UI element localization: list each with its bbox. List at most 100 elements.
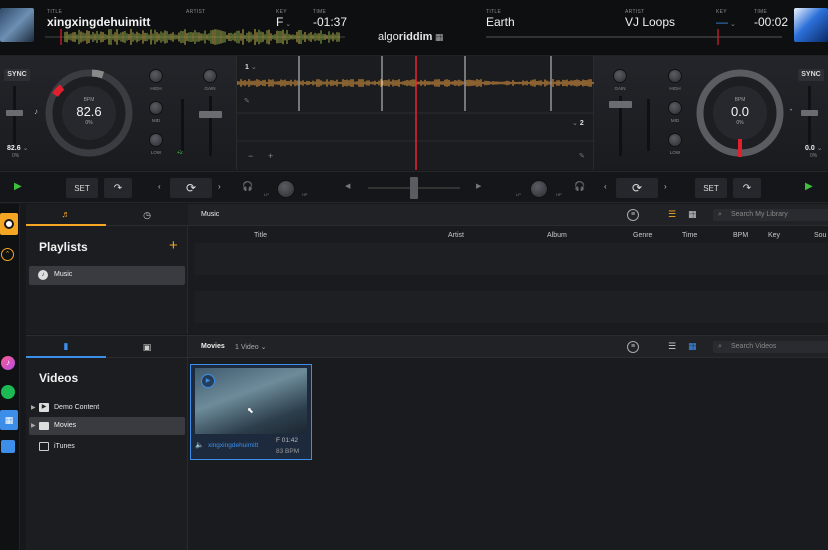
- filter-icon[interactable]: ≡: [627, 209, 639, 221]
- video-search-input[interactable]: ⌕ Search Videos: [713, 341, 828, 353]
- right-key-value[interactable]: — ⌄: [716, 15, 736, 29]
- left-bpm-label: BPM: [83, 97, 95, 103]
- right-gain-knob[interactable]: [613, 69, 627, 83]
- left-pencil-icon[interactable]: ✎: [244, 97, 250, 105]
- right-low-knob[interactable]: [668, 133, 682, 147]
- left-key-value[interactable]: F ⌄: [276, 15, 291, 29]
- music-header-bar: Music ≡ ☰ ▦ ⌕ Search My Library: [188, 204, 828, 226]
- photos-source-icon[interactable]: [1, 440, 15, 453]
- right-filter-knob[interactable]: [530, 180, 548, 198]
- video-bpm: 83 BPM: [276, 448, 300, 455]
- video-count-dropdown[interactable]: 1 Video ⌄: [235, 343, 266, 351]
- right-deck: GAIN HIGH MID LOW BPM 0.0 0% SYNC • 0.0 …: [594, 56, 828, 170]
- left-gain-knob[interactable]: [203, 69, 217, 83]
- play-overlay-icon[interactable]: ▶: [201, 374, 215, 388]
- crossfader-handle[interactable]: [410, 177, 418, 199]
- left-high-knob[interactable]: [149, 69, 163, 83]
- playlists-title: Playlists: [39, 240, 88, 254]
- left-filter-knob[interactable]: [277, 180, 295, 198]
- right-mini-waveform[interactable]: [486, 28, 782, 46]
- col-genre[interactable]: Genre: [633, 232, 652, 239]
- left-loop-prev-icon[interactable]: ‹: [158, 182, 161, 191]
- video-folder-icon: ▶: [39, 403, 49, 412]
- right-loop-icon[interactable]: ⟳: [616, 178, 658, 198]
- main-waveform[interactable]: [237, 56, 595, 170]
- zoom-in-icon[interactable]: +: [268, 151, 273, 161]
- folder-itunes[interactable]: iTunes: [31, 441, 186, 455]
- left-tempo-value: 82.6 ⌄: [7, 145, 29, 152]
- disclosure-arrow-icon[interactable]: ▶: [31, 422, 36, 429]
- right-pencil-icon[interactable]: ✎: [579, 152, 585, 160]
- left-set-cue-button[interactable]: SET: [66, 178, 98, 198]
- left-loop-next-icon[interactable]: ›: [218, 182, 221, 191]
- right-headphones-icon[interactable]: 🎧: [574, 181, 585, 192]
- right-sync-button[interactable]: SYNC: [798, 69, 824, 81]
- right-tempo-slider[interactable]: [801, 110, 818, 116]
- videos-source-icon[interactable]: ▦: [0, 410, 18, 430]
- col-title[interactable]: Title: [254, 232, 267, 239]
- music-header-title: Music: [201, 211, 220, 218]
- col-artist[interactable]: Artist: [448, 232, 464, 239]
- music-search-input[interactable]: ⌕ Search My Library: [713, 209, 828, 221]
- left-mid-knob[interactable]: [149, 101, 163, 115]
- video-thumbnail[interactable]: ▶ ⬉: [195, 368, 307, 434]
- col-time[interactable]: Time: [682, 232, 697, 239]
- playlist-item-music[interactable]: ♪ Music: [29, 266, 185, 285]
- left-loop-icon[interactable]: ⟳: [170, 178, 212, 198]
- zoom-out-icon[interactable]: −: [248, 151, 253, 161]
- folder-demo-content[interactable]: ▶ ▶ Demo Content: [31, 402, 186, 416]
- right-cue-jump-icon[interactable]: ↷: [733, 178, 761, 198]
- right-mid-knob[interactable]: [668, 101, 682, 115]
- left-headphones-icon[interactable]: 🎧: [242, 181, 253, 192]
- crossfader-left-arrow[interactable]: ◀: [345, 182, 350, 190]
- playlists-tab-icon[interactable]: ♬: [26, 204, 106, 226]
- col-source[interactable]: Sou: [814, 232, 826, 239]
- left-sync-button[interactable]: SYNC: [4, 69, 30, 81]
- add-playlist-icon[interactable]: +: [169, 237, 178, 254]
- left-tempo-slider[interactable]: [6, 110, 23, 116]
- folder-movies[interactable]: ▶ Movies: [29, 417, 185, 435]
- transport-bar: ▶ SET ↷ ‹ ⟳ › 🎧 LP HP ◀ ▶ LP HP 🎧 ‹ ⟳ › …: [0, 171, 828, 203]
- left-play-button[interactable]: ▶: [14, 181, 22, 192]
- right-loop-prev-icon[interactable]: ‹: [604, 182, 607, 191]
- disclosure-arrow-icon[interactable]: ▶: [31, 404, 36, 411]
- left-mini-waveform[interactable]: [45, 28, 345, 46]
- video-list-view-icon[interactable]: ☰: [668, 341, 676, 352]
- right-keylock-dot[interactable]: •: [790, 108, 792, 114]
- waveform-area[interactable]: 1 ⌄ ✎ ⌄ 2 − + ✎: [236, 56, 595, 170]
- right-volume-fader[interactable]: [609, 101, 632, 108]
- video-header-title: Movies: [201, 343, 225, 350]
- col-key[interactable]: Key: [768, 232, 780, 239]
- left-volume-fader[interactable]: [199, 111, 222, 118]
- left-keylock-icon[interactable]: ♪: [34, 107, 38, 116]
- crossfader-right-arrow[interactable]: ▶: [476, 182, 481, 190]
- video-grid-view-icon[interactable]: ▦: [688, 341, 697, 352]
- folder-label: Demo Content: [54, 404, 100, 411]
- video-tile[interactable]: ▶ ⬉ 🔈 xingxingdehuimitt F 01:42 83 BPM: [190, 364, 312, 460]
- list-view-icon[interactable]: ☰: [668, 209, 676, 220]
- source-rail: ⌃ ♪ ▦: [0, 204, 20, 550]
- right-loop-next-icon[interactable]: ›: [664, 182, 667, 191]
- left-level-meter: [181, 99, 184, 151]
- right-set-cue-button[interactable]: SET: [695, 178, 727, 198]
- left-low-knob[interactable]: [149, 133, 163, 147]
- right-high-knob[interactable]: [668, 69, 682, 83]
- grid-view-icon[interactable]: ▦: [688, 209, 697, 220]
- spotify-icon[interactable]: [1, 385, 15, 399]
- right-play-button[interactable]: ▶: [805, 181, 813, 192]
- left-time-remaining: -01:37: [313, 15, 348, 29]
- speaker-icon: 🔈: [195, 442, 204, 449]
- video-filter-icon[interactable]: ≡: [627, 341, 639, 353]
- left-low-label: LOW: [150, 150, 162, 155]
- algoriddim-logo: algoriddim ▦: [378, 31, 444, 43]
- videos-tab-icon[interactable]: ▮: [26, 336, 106, 358]
- photos-tab-icon[interactable]: ▣: [106, 336, 188, 358]
- history-tab-icon[interactable]: ◷: [106, 204, 188, 226]
- folder-icon: [39, 422, 49, 430]
- col-bpm[interactable]: BPM: [733, 232, 748, 239]
- collapse-up-icon[interactable]: ⌃: [1, 248, 14, 261]
- left-cue-jump-icon[interactable]: ↷: [104, 178, 132, 198]
- apple-music-icon[interactable]: ♪: [1, 356, 15, 370]
- my-library-source-icon[interactable]: [0, 213, 18, 235]
- col-album[interactable]: Album: [547, 232, 567, 239]
